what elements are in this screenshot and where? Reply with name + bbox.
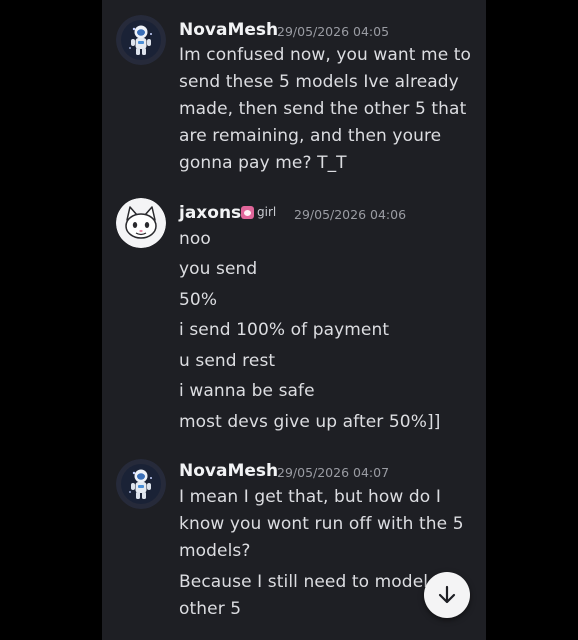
message-line: gonna pay me? T_T	[179, 153, 347, 173]
arrow-down-icon	[438, 585, 456, 604]
message-line: know you wont run off with the 5	[179, 514, 464, 534]
astronaut-icon	[116, 459, 166, 509]
username[interactable]: jaxons	[179, 203, 241, 223]
timestamp: 29/05/2026 04:05	[277, 24, 390, 39]
role-tag: girl	[241, 205, 276, 219]
message-line: u send rest	[179, 351, 276, 371]
message-line: i wanna be safe	[179, 381, 315, 401]
user-avatar[interactable]	[116, 459, 166, 509]
chat-panel[interactable]: NovaMesh 29/05/2026 04:05 Im confused no…	[102, 0, 486, 640]
message-line: other 5	[179, 599, 242, 619]
message-line: i send 100% of payment	[179, 320, 390, 340]
message-line: 50%	[179, 290, 218, 310]
message-line: you send	[179, 259, 258, 279]
message-line: models?	[179, 541, 251, 561]
message-line: made, then send the other 5 that	[179, 99, 467, 119]
username[interactable]: NovaMesh	[179, 461, 278, 481]
timestamp: 29/05/2026 04:06	[294, 207, 407, 222]
user-avatar[interactable]	[116, 198, 166, 248]
message-line: I mean I get that, but how do I	[179, 487, 441, 507]
flower-icon	[241, 205, 254, 219]
astronaut-icon	[116, 15, 166, 65]
scroll-to-bottom-button[interactable]	[424, 572, 470, 618]
message-line: noo	[179, 229, 211, 249]
message-line: are remaining, and then youre	[179, 126, 442, 146]
role-tag-label: girl	[257, 205, 277, 219]
username[interactable]: NovaMesh	[179, 20, 278, 40]
user-avatar[interactable]	[116, 15, 166, 65]
message-line: Because I still need to model the	[179, 572, 462, 592]
message-line: send these 5 models Ive already	[179, 72, 459, 92]
timestamp: 29/05/2026 04:07	[277, 465, 390, 480]
cat-icon	[116, 198, 166, 248]
message-line: Im confused now, you want me to	[179, 45, 472, 65]
message-line: most devs give up after 50%]]	[179, 412, 441, 432]
